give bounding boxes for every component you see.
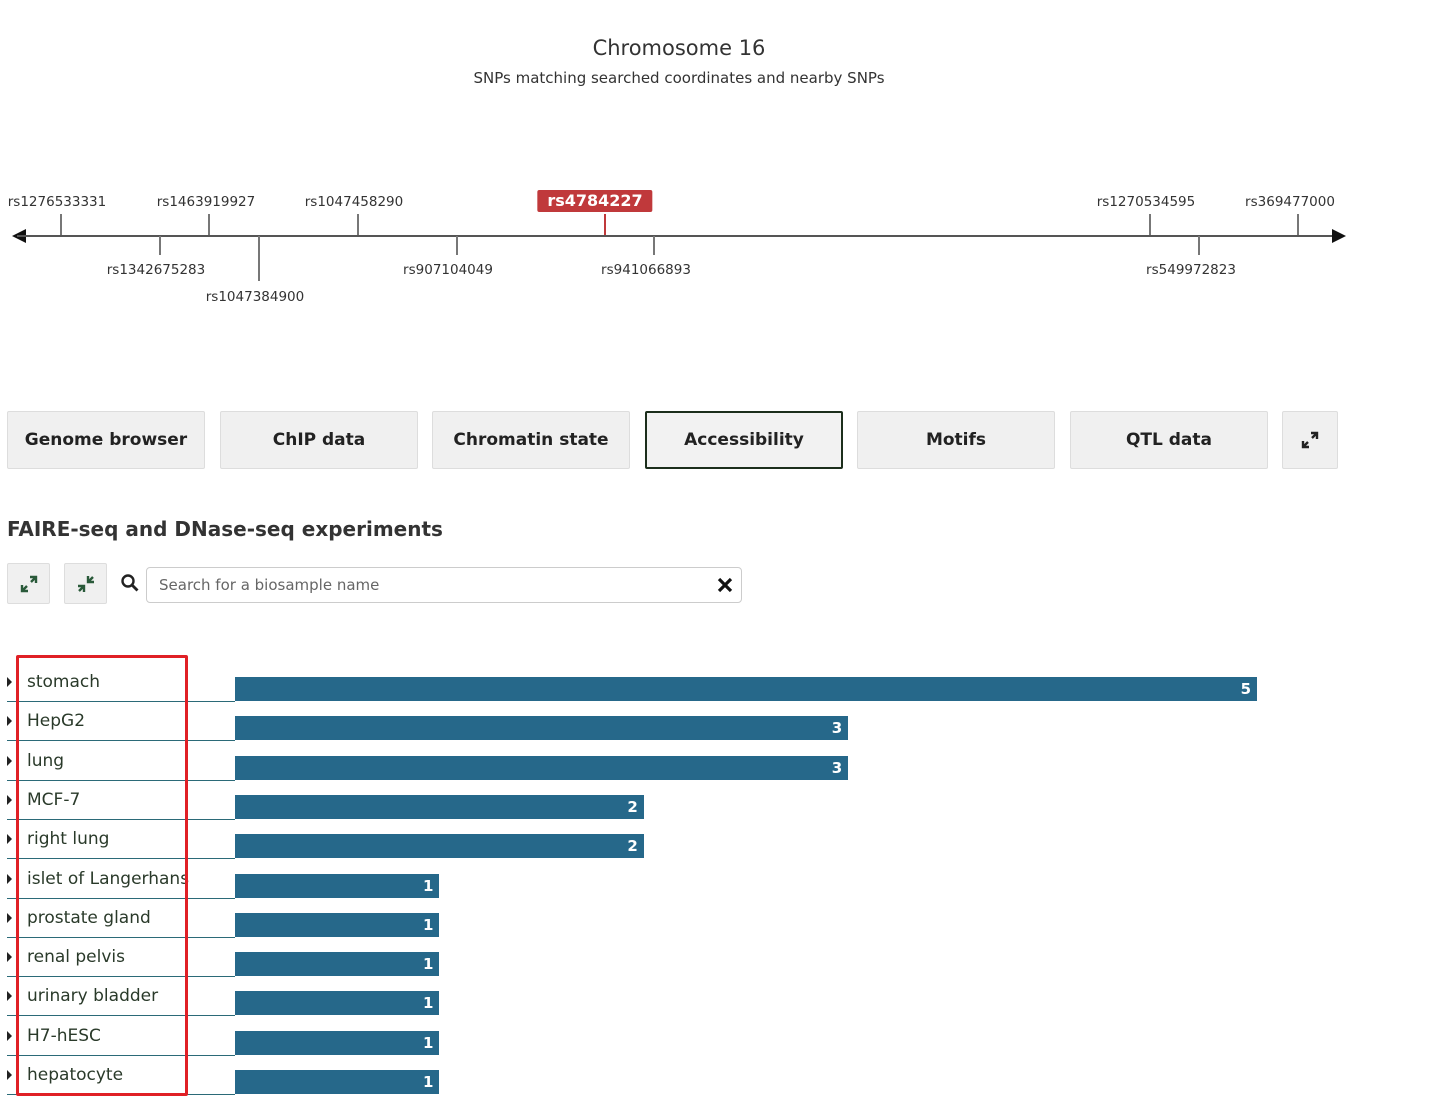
count-bar: 1 [235,952,440,977]
count-bar: 1 [235,991,440,1016]
biosample-label[interactable]: islet of Langerhans [27,869,189,889]
current-snp-badge[interactable]: rs4784227 [537,190,653,212]
biosample-label[interactable]: H7-hESC [27,1026,101,1046]
biosample-row[interactable]: renal pelvis 1 [7,939,1267,978]
expand-icon [1301,431,1319,449]
caret-right-icon[interactable] [7,873,12,884]
biosample-search-input[interactable] [146,567,742,603]
biosample-label[interactable]: right lung [27,829,109,849]
row-divider [7,1054,235,1056]
snp-label[interactable]: rs1276533331 [8,194,106,210]
page: Chromosome 16 SNPs matching searched coo… [0,0,1433,1111]
row-divider [7,936,235,938]
collapse-all-button[interactable] [64,563,107,604]
snp-label[interactable]: rs1342675283 [107,262,205,278]
biosample-label[interactable]: stomach [27,672,100,692]
snp-tick [456,236,458,255]
biosample-label[interactable]: prostate gland [27,908,151,928]
biosample-row[interactable]: MCF-7 2 [7,782,1267,821]
snp-tick [653,236,655,255]
collapse-all-icon [77,575,94,592]
snp-label[interactable]: rs1270534595 [1097,194,1195,210]
tab-motifs[interactable]: Motifs [857,411,1055,469]
chromosome-title: Chromosome 16 [592,36,766,60]
row-divider [7,818,235,820]
snp-tick-current [604,214,606,235]
row-divider [7,740,235,742]
expand-all-icon [20,575,37,592]
count-bar: 1 [235,1030,440,1055]
tab-accessibility[interactable]: Accessibility [645,411,843,469]
caret-right-icon[interactable] [7,991,12,1002]
count-bar: 1 [235,1070,440,1094]
biosample-row[interactable]: HepG2 3 [7,703,1267,742]
row-divider [7,1015,235,1017]
caret-right-icon[interactable] [7,716,12,727]
snp-label[interactable]: rs549972823 [1146,262,1236,278]
arrow-right-icon [1332,229,1346,243]
caret-right-icon[interactable] [7,677,12,687]
count-bar: 3 [235,716,849,741]
tab-chip-data[interactable]: ChIP data [220,411,418,469]
biosample-label[interactable]: urinary bladder [27,986,158,1006]
row-divider [7,976,235,978]
caret-right-icon[interactable] [7,794,12,805]
biosample-row[interactable]: stomach 5 [7,664,1267,703]
snp-label[interactable]: rs1047458290 [305,194,403,210]
chromosome-subtitle: SNPs matching searched coordinates and n… [473,69,885,87]
biosample-row[interactable]: hepatocyte 1 [7,1057,1267,1096]
expand-all-button[interactable] [7,563,50,604]
tab-chromatin-state[interactable]: Chromatin state [432,411,630,469]
biosample-row[interactable]: right lung 2 [7,821,1267,860]
section-title: FAIRE-seq and DNase-seq experiments [7,517,443,541]
search-icon [121,574,139,592]
snp-label[interactable]: rs1047384900 [206,289,304,305]
snp-tick [357,214,359,235]
snp-tick [258,236,260,281]
caret-right-icon[interactable] [7,755,12,766]
snp-label[interactable]: rs1463919927 [157,194,255,210]
snp-axis-line [17,235,1337,237]
biosample-row[interactable]: prostate gland 1 [7,900,1267,939]
snp-tick [159,236,161,255]
count-bar: 2 [235,794,644,819]
row-divider [7,701,235,702]
caret-right-icon[interactable] [7,952,12,963]
biosample-label[interactable]: MCF-7 [27,790,80,810]
biosample-row[interactable]: H7-hESC 1 [7,1018,1267,1057]
caret-right-icon[interactable] [7,1070,12,1080]
tab-qtl-data[interactable]: QTL data [1070,411,1268,469]
clear-search-icon[interactable] [716,576,734,594]
count-bar: 3 [235,755,849,780]
snp-label[interactable]: rs369477000 [1245,194,1335,210]
biosample-row[interactable]: islet of Langerhans 1 [7,861,1267,900]
snp-tick [1149,214,1151,235]
count-bar: 5 [235,677,1257,701]
tab-genome-browser[interactable]: Genome browser [7,411,205,469]
row-divider [7,1094,235,1095]
biosample-row[interactable]: urinary bladder 1 [7,978,1267,1017]
snp-label[interactable]: rs941066893 [601,262,691,278]
biosample-label[interactable]: lung [27,751,64,771]
row-divider [7,779,235,781]
row-divider [7,897,235,899]
count-bar: 1 [235,912,440,937]
expand-view-button[interactable] [1282,411,1338,469]
biosample-label[interactable]: hepatocyte [27,1065,123,1085]
snp-tick [1297,214,1299,235]
row-divider [7,858,235,860]
caret-right-icon[interactable] [7,834,12,845]
count-bar: 2 [235,834,644,859]
caret-right-icon[interactable] [7,1030,12,1041]
count-bar: 1 [235,873,440,898]
biosample-label[interactable]: HepG2 [27,711,85,731]
snp-tick [60,214,62,235]
snp-tick [208,214,210,235]
snp-label[interactable]: rs907104049 [403,262,493,278]
snp-tick [1198,236,1200,255]
biosample-label[interactable]: renal pelvis [27,947,125,967]
caret-right-icon[interactable] [7,912,12,923]
biosample-row[interactable]: lung 3 [7,743,1267,782]
